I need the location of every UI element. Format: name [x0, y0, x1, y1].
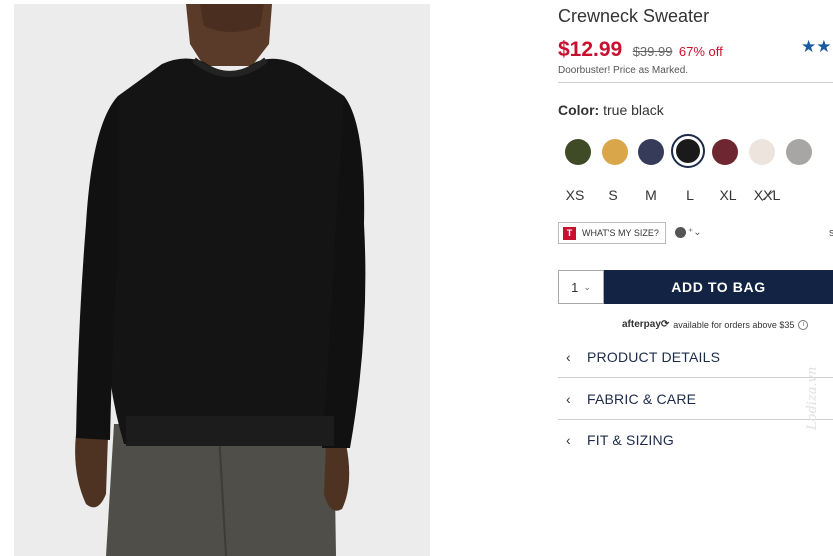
whats-my-size-button[interactable]: T WHAT'S MY SIZE? [558, 222, 666, 244]
sale-price: $12.99 [558, 38, 623, 61]
color-swatch-olive[interactable] [565, 139, 591, 165]
price-row: $12.99 $39.99 67% off [558, 38, 723, 62]
chevron-down-icon: ⌄ [583, 281, 591, 292]
size-chart-link[interactable]: s [829, 227, 833, 239]
color-swatch-true-black[interactable] [671, 134, 705, 168]
size-option-xxl[interactable]: XXL [752, 187, 782, 203]
product-title: Crewneck Sweater [558, 6, 710, 26]
accordion-fit-sizing[interactable]: ‹ FIT & SIZING [558, 420, 833, 460]
size-option-s[interactable]: S [598, 187, 628, 203]
divider [558, 82, 833, 83]
accordion-label: FIT & SIZING [587, 432, 674, 448]
product-image[interactable] [14, 4, 430, 556]
size-option-xs[interactable]: XS [560, 187, 590, 203]
color-swatch-cream[interactable] [749, 139, 775, 165]
afterpay-text: available for orders above $35 [673, 319, 795, 330]
doorbuster-note: Doorbuster! Price as Marked. [558, 65, 689, 76]
swatch-fill [676, 139, 700, 163]
accordion-label: FABRIC & CARE [587, 391, 697, 407]
whats-my-size-label: WHAT'S MY SIZE? [582, 228, 659, 238]
accordion-label: PRODUCT DETAILS [587, 349, 721, 365]
color-swatch-navy[interactable] [638, 139, 664, 165]
size-option-m[interactable]: M [636, 187, 666, 203]
accordion-product-details[interactable]: ‹ PRODUCT DETAILS [558, 337, 833, 377]
quantity-value: 1 [571, 279, 579, 295]
accordion-fabric-care[interactable]: ‹ FABRIC & CARE [558, 379, 833, 419]
watermark: Lodiza.vn [805, 366, 820, 430]
color-label: Color: true black [558, 102, 664, 118]
afterpay-logo: afterpay⟳ [622, 319, 670, 330]
selected-color-name: true black [603, 102, 664, 118]
size-option-l[interactable]: L [675, 187, 705, 203]
quantity-select[interactable]: 1 ⌄ [558, 270, 604, 304]
color-swatch-burgundy[interactable] [712, 139, 738, 165]
info-icon[interactable]: i [798, 319, 809, 330]
divider [558, 377, 833, 378]
chevron-left-icon: ‹ [566, 391, 571, 407]
color-label-prefix: Color: [558, 102, 600, 118]
discount-label: 67% off [678, 44, 723, 59]
color-swatch-mustard[interactable] [602, 139, 628, 165]
user-profile-icon [675, 227, 686, 238]
true-fit-logo-icon: T [563, 226, 576, 240]
original-price: $39.99 [632, 44, 673, 59]
chevron-left-icon: ‹ [566, 349, 571, 365]
fit-profile-menu[interactable]: ⁺⌄ [675, 227, 702, 238]
size-option-xl[interactable]: XL [713, 187, 743, 203]
rating-stars[interactable]: ★★ [801, 37, 831, 57]
add-to-bag-button[interactable]: ADD TO BAG [604, 270, 833, 304]
afterpay-note: afterpay⟳ available for orders above $35… [622, 319, 809, 330]
chevron-left-icon: ‹ [566, 432, 571, 448]
chevron-down-icon: ⁺⌄ [688, 227, 702, 238]
color-swatch-heather-gray[interactable] [786, 139, 812, 165]
